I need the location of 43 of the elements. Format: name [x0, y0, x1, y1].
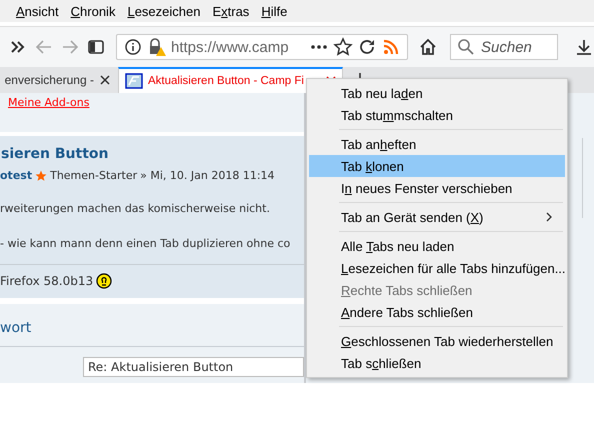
- star-icon: [35, 170, 48, 182]
- sidebar-icon[interactable]: [86, 37, 106, 57]
- subject-field[interactable]: Re: Aktualisieren Button: [83, 357, 304, 377]
- address-bar[interactable]: https://www.camp: [116, 34, 408, 60]
- reply-heading: wort: [0, 304, 304, 347]
- context-menu-item[interactable]: Tab an Gerät senden (X): [309, 206, 565, 228]
- search-field[interactable]: Suchen: [450, 34, 558, 60]
- context-menu-item[interactable]: Tab stummschalten: [309, 104, 565, 126]
- search-icon: [456, 37, 476, 57]
- context-menu-item[interactable]: Andere Tabs schließen: [309, 301, 565, 323]
- context-menu-item[interactable]: Tab schließen: [309, 352, 565, 374]
- context-menu-item[interactable]: Alle Tabs neu laden: [309, 235, 565, 257]
- star-icon[interactable]: [333, 37, 353, 57]
- context-menu-item[interactable]: Tab klonen: [309, 155, 565, 177]
- lightbulb-icon: [96, 273, 112, 289]
- info-icon[interactable]: [123, 37, 143, 57]
- context-menu-item[interactable]: Lesezeichen für alle Tabs hinzufügen...: [309, 257, 565, 279]
- menu-item[interactable]: Chronik: [64, 4, 122, 18]
- menu-item[interactable]: Lesezeichen: [121, 4, 206, 18]
- author-role: Themen-Starter: [50, 169, 138, 182]
- menu-item[interactable]: Ansicht: [10, 4, 65, 18]
- close-icon[interactable]: [100, 75, 110, 85]
- post-text: rweiterungen machen das komischerweise nicht.: [0, 202, 271, 215]
- browser-tab[interactable]: enversicherung -: [0, 67, 118, 93]
- context-menu-item[interactable]: Geschlossenen Tab wiederherstellen: [309, 330, 565, 352]
- chevron-right-icon: [545, 212, 553, 222]
- url-text: https://www.camp: [171, 38, 290, 56]
- post-date: » Mi, 10. Jan 2018 11:14: [140, 169, 275, 182]
- favicon-icon: [125, 73, 143, 89]
- post-title: sieren Button: [0, 146, 110, 162]
- context-menu-item[interactable]: Tab anheften: [309, 133, 565, 155]
- author-name[interactable]: otest: [0, 169, 32, 182]
- signature-text: Firefox 58.0b13: [0, 274, 94, 288]
- context-menu-item[interactable]: In neues Fenster verschieben: [309, 177, 565, 199]
- browser-tab[interactable]: Aktualisieren Button - Camp Fi: [118, 67, 343, 93]
- menu-item[interactable]: Hilfe: [255, 4, 294, 18]
- add-ons-link[interactable]: Meine Add-ons: [8, 96, 90, 109]
- download-icon[interactable]: [574, 37, 594, 57]
- home-icon[interactable]: [418, 37, 438, 57]
- post-text: - wie kann mann denn einen Tab duplizieren ohne co: [0, 237, 292, 250]
- reload-icon[interactable]: [357, 37, 377, 57]
- menu-item[interactable]: Extras: [206, 4, 256, 18]
- lock-warning-icon[interactable]: [147, 37, 167, 57]
